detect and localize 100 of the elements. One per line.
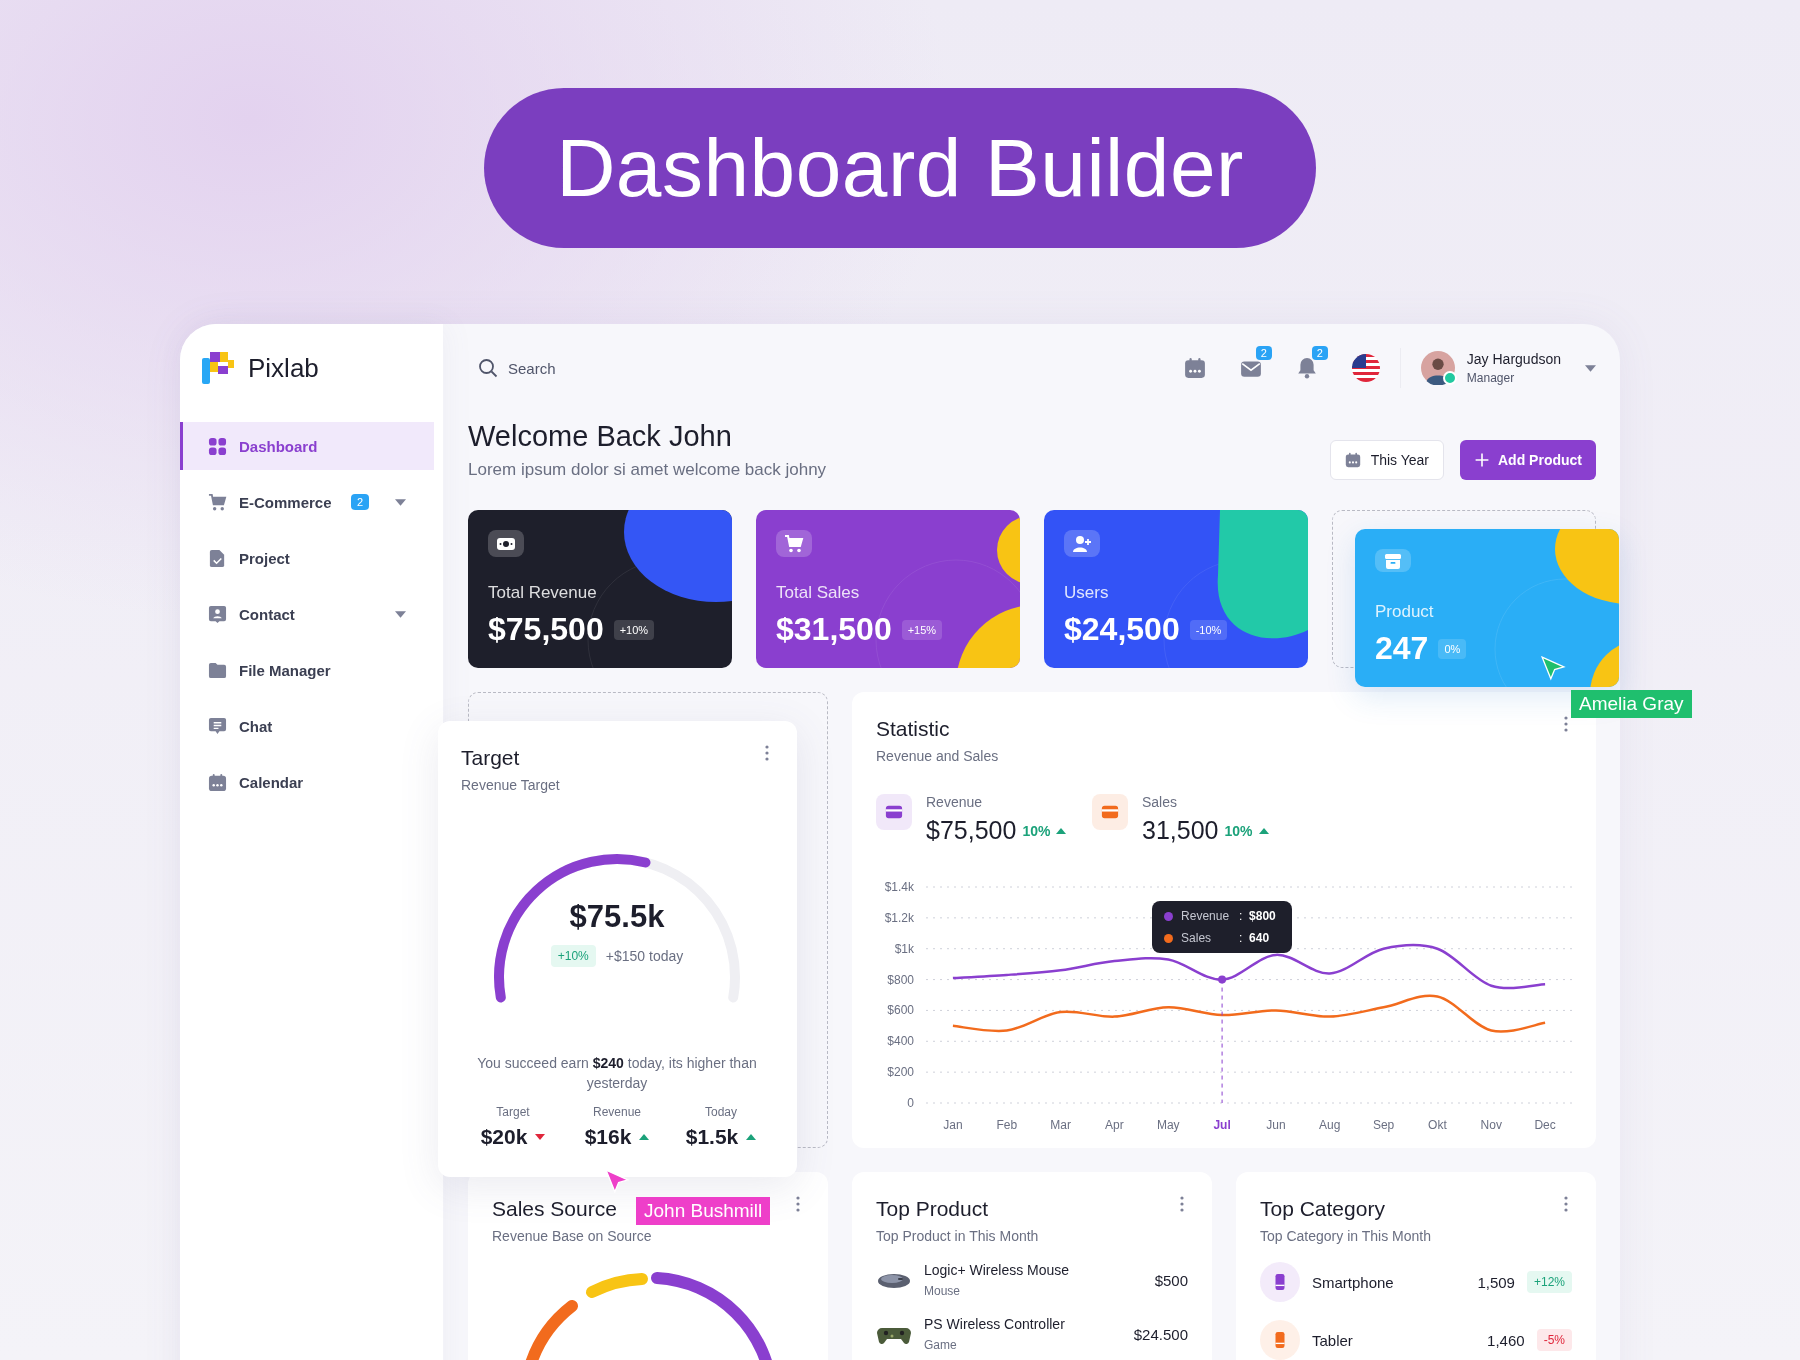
nav-item[interactable]: Calendar xyxy=(180,758,434,806)
stat-value: $1.5k xyxy=(685,1125,739,1149)
stat-label: Target xyxy=(496,1105,530,1119)
category-count: 1,460 xyxy=(1487,1331,1525,1349)
cart-icon xyxy=(776,530,812,557)
category-name: Smartphone xyxy=(1312,1273,1395,1291)
cart-icon xyxy=(208,492,227,512)
card-subtitle: Revenue Base on Source xyxy=(492,1228,652,1244)
stat-label: Today xyxy=(705,1105,737,1119)
card-value: $75,500 xyxy=(488,611,604,648)
product-category: Mouse xyxy=(924,1284,962,1298)
period-button[interactable]: This Year xyxy=(1329,440,1444,480)
category-name: Tabler xyxy=(1312,1331,1354,1349)
card-subtitle: Revenue Target xyxy=(461,777,560,793)
card-label: Total Revenue xyxy=(488,583,597,603)
page-title: Welcome Back John xyxy=(468,419,733,454)
axis-label: Aug xyxy=(1319,1118,1341,1132)
count-badge: 2 xyxy=(1255,346,1272,360)
card-title: Top Product xyxy=(876,1196,990,1222)
card-subtitle: Top Product in This Month xyxy=(876,1228,1039,1244)
summary-text: You succeed earn $240 today, its higher than yesterday xyxy=(476,1054,758,1093)
card-subtitle: Top Category in This Month xyxy=(1260,1228,1431,1244)
user-tag: Amelia Gray xyxy=(1571,690,1692,718)
axis-label: Mar xyxy=(1050,1118,1071,1132)
user-role: Manager xyxy=(1466,371,1516,385)
axis-label: $1.2k xyxy=(884,910,914,925)
nav-item[interactable]: File Manager xyxy=(180,646,434,694)
calendar-icon xyxy=(1344,452,1361,468)
nav-item[interactable]: Chat xyxy=(180,702,434,750)
category-count: 1,509 xyxy=(1477,1273,1515,1291)
legend-value: $75,500 xyxy=(926,816,1017,845)
change-badge: +10% xyxy=(550,945,596,967)
tooltip-value: 640 xyxy=(1249,931,1270,945)
title-banner: Dashboard Builder xyxy=(484,88,1316,248)
axis-label: May xyxy=(1156,1118,1180,1132)
card-value: $24,500 xyxy=(1064,611,1180,648)
tooltip-separator: : xyxy=(1239,909,1244,923)
change-badge: +10% xyxy=(613,619,655,640)
axis-label: $1k xyxy=(894,941,914,956)
nav-item[interactable]: Project xyxy=(180,534,434,582)
nav-item[interactable]: Dashboard xyxy=(180,422,434,470)
target-card[interactable]: Target Revenue Target $75.5k +10% +$150 today You succeed earn $240 today, its higher than yesterday Target $20k Revenue $16k Today $1.5k xyxy=(438,721,797,1177)
gauge-value: $75.5k xyxy=(569,899,665,935)
tooltip-dot xyxy=(1164,933,1174,943)
user-tag: John Bushmill xyxy=(636,1197,771,1225)
stat-value: $20k xyxy=(480,1125,528,1149)
nav-item[interactable]: E-Commerce 2 xyxy=(180,478,434,526)
tooltip-dot xyxy=(1164,911,1174,921)
calendar-icon[interactable] xyxy=(1183,357,1206,379)
axis-label: 0 xyxy=(907,1096,914,1110)
legend-label: Revenue xyxy=(926,794,984,810)
nav-item[interactable]: Contact xyxy=(180,590,434,638)
axis-label: $800 xyxy=(887,972,914,987)
change-badge: +12% xyxy=(1526,1271,1572,1293)
axis-label: $400 xyxy=(887,1034,914,1049)
axis-label: Feb xyxy=(996,1118,1018,1132)
chat-icon xyxy=(208,716,227,736)
axis-label: $200 xyxy=(887,1065,914,1080)
product-name: PS Wireless Controller xyxy=(924,1316,1066,1332)
archive-icon xyxy=(1375,549,1411,572)
user-add-icon xyxy=(1064,530,1100,557)
axis-label: Okt xyxy=(1428,1118,1447,1132)
product-category: Game xyxy=(924,1338,958,1352)
axis-label: Sep xyxy=(1372,1118,1395,1132)
stat-value: $16k xyxy=(584,1125,632,1149)
logo-icon xyxy=(200,350,236,386)
contact-icon xyxy=(208,604,227,624)
axis-label: Nov xyxy=(1480,1118,1502,1132)
tooltip-label: Revenue xyxy=(1181,909,1231,923)
card-title: Top Category xyxy=(1260,1196,1386,1222)
axis-label: $1.4k xyxy=(884,880,914,894)
card-label: Users xyxy=(1064,583,1109,603)
card-label: Product xyxy=(1375,602,1434,622)
card-title: Target xyxy=(461,745,521,771)
count-badge: 2 xyxy=(350,494,369,510)
change-text: 10% xyxy=(1224,822,1253,839)
document-icon xyxy=(208,548,227,568)
count-badge: 2 xyxy=(1311,346,1328,360)
flag-icon[interactable] xyxy=(1351,354,1380,382)
search-icon xyxy=(478,358,498,378)
avatar xyxy=(1420,351,1455,385)
card-subtitle: Revenue and Sales xyxy=(876,748,999,764)
product-price: $24.500 xyxy=(1133,1325,1188,1343)
user-name: Jay Hargudson xyxy=(1466,351,1561,367)
axis-label: Jun xyxy=(1266,1118,1286,1132)
card-value: $31,500 xyxy=(776,611,892,648)
caret-icon[interactable] xyxy=(1585,364,1596,372)
grid-icon xyxy=(208,436,227,456)
product-name: Logic+ Wireless Mouse xyxy=(924,1262,1071,1278)
add-product-button[interactable]: Add Product xyxy=(1460,440,1596,480)
change-text: 10% xyxy=(1022,822,1051,839)
calendar-icon xyxy=(208,772,227,792)
change-badge: -10% xyxy=(1189,619,1228,640)
axis-label: Jan xyxy=(943,1118,963,1132)
card-title: Statistic xyxy=(876,716,951,742)
tooltip-label: Sales xyxy=(1181,931,1213,945)
money-icon xyxy=(488,530,524,557)
bell-icon[interactable] xyxy=(1295,357,1318,379)
axis-label: Dec xyxy=(1534,1118,1556,1132)
search-field[interactable]: Search xyxy=(508,355,628,381)
